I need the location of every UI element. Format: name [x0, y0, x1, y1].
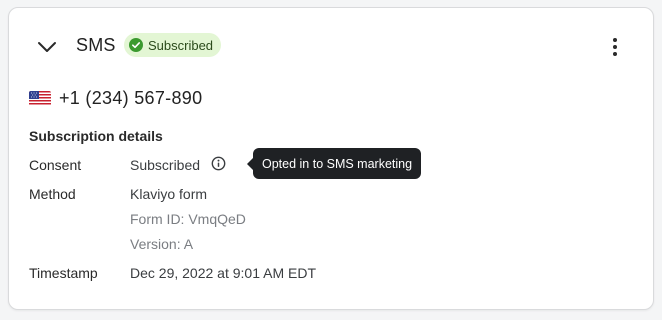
status-badge: Subscribed	[124, 33, 222, 57]
more-options-icon[interactable]	[605, 35, 625, 59]
consent-value: Subscribed	[130, 157, 201, 173]
card-title: SMS	[76, 35, 116, 55]
sms-subscription-card: SMS Subscribed +1 (234) 567-890 Subscrip…	[8, 7, 654, 310]
chevron-down-icon[interactable]	[37, 37, 57, 57]
form-id: Form ID: VmqQeD	[130, 211, 246, 227]
info-icon[interactable]	[211, 156, 226, 171]
consent-label: Consent	[29, 157, 82, 173]
tooltip-text: Opted in to SMS marketing	[262, 156, 413, 171]
status-badge-label: Subscribed	[148, 37, 214, 53]
subscription-details-heading: Subscription details	[29, 128, 163, 144]
method-value: Klaviyo form	[130, 186, 208, 202]
phone-number: +1 (234) 567-890	[59, 88, 203, 108]
form-version: Version: A	[130, 236, 194, 252]
consent-tooltip: Opted in to SMS marketing	[246, 148, 422, 179]
check-circle-icon	[129, 38, 143, 52]
phone-row: +1 (234) 567-890	[29, 88, 202, 109]
timestamp-value: Dec 29, 2022 at 9:01 AM EDT	[130, 265, 316, 281]
card-header: SMS Subscribed	[9, 8, 653, 84]
method-label: Method	[29, 186, 76, 202]
timestamp-label: Timestamp	[29, 265, 98, 281]
us-flag-icon	[29, 91, 51, 106]
